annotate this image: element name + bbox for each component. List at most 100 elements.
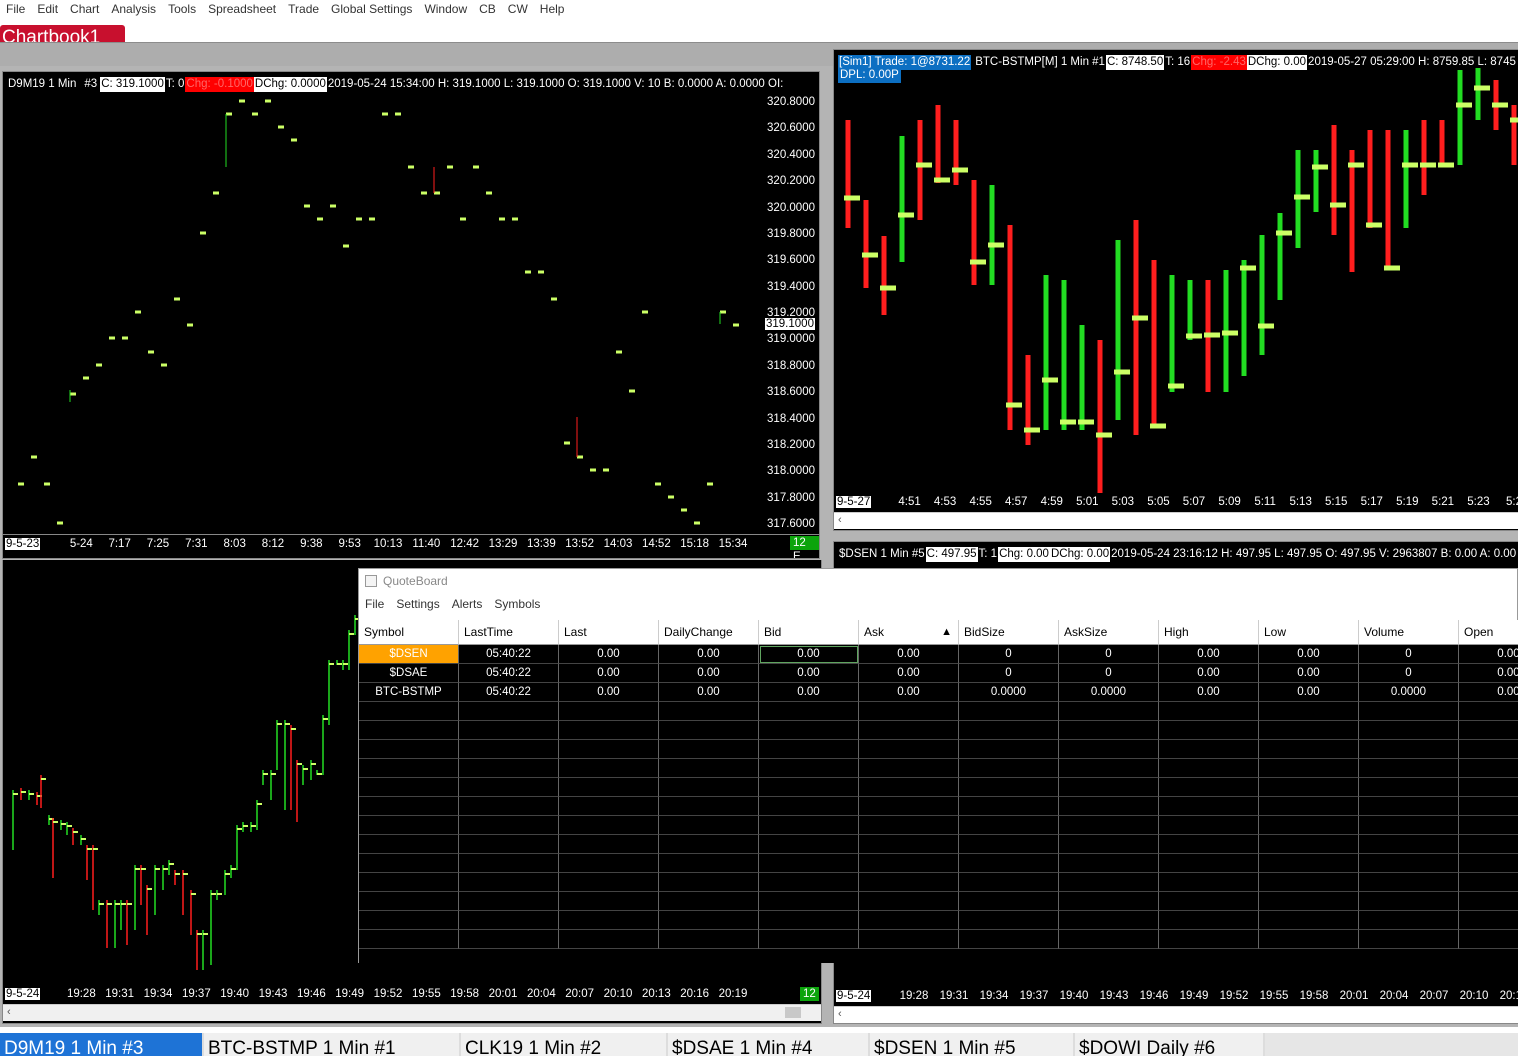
cell-open[interactable] — [1459, 759, 1518, 778]
chart-task-button[interactable]: $DOWI Daily #6 — [1075, 1033, 1265, 1056]
table-row[interactable] — [359, 911, 1518, 930]
cell-dailychange[interactable] — [659, 778, 759, 797]
chart-task-button[interactable]: $DSEN 1 Min #5 — [870, 1033, 1075, 1056]
cell-ask[interactable] — [859, 873, 959, 892]
scroll-thumb[interactable] — [785, 1007, 801, 1018]
cell-high[interactable]: 0.00 — [1159, 645, 1259, 664]
table-row[interactable] — [359, 721, 1518, 740]
cell-bid[interactable] — [759, 702, 859, 721]
cell-bid[interactable]: 0.00 — [759, 664, 859, 683]
cell-high[interactable] — [1159, 911, 1259, 930]
column-header-volume[interactable]: Volume — [1359, 620, 1459, 645]
table-row[interactable] — [359, 778, 1518, 797]
chart-task-button[interactable]: D9M19 1 Min #3 — [0, 1033, 204, 1056]
horizontal-scrollbar[interactable]: ‹ — [834, 1006, 1518, 1023]
quoteboard-window[interactable]: QuoteBoard File Settings Alerts Symbols Sym… — [358, 568, 1518, 963]
menu-spreadsheet[interactable]: Spreadsheet — [202, 2, 282, 16]
cell-low[interactable] — [1259, 816, 1359, 835]
cell-dailychange[interactable] — [659, 721, 759, 740]
cell-open[interactable] — [1459, 911, 1518, 930]
cell-asksize[interactable] — [1059, 816, 1159, 835]
cell-bidsize[interactable]: 0.0000 — [959, 683, 1059, 702]
cell-last[interactable] — [559, 721, 659, 740]
cell-open[interactable] — [1459, 930, 1518, 949]
column-header-open[interactable]: Open — [1459, 620, 1518, 645]
cell-bid[interactable]: 0.00 — [759, 645, 859, 664]
cell-asksize[interactable] — [1059, 797, 1159, 816]
cell-ask[interactable] — [859, 816, 959, 835]
cell-last[interactable]: 0.00 — [559, 645, 659, 664]
chart-window-d9m19[interactable]: D9M19 1 Min #3 C: 319.1000 T: 0 Chg: -0.… — [2, 71, 820, 559]
cell-last[interactable] — [559, 797, 659, 816]
cell-last[interactable] — [559, 835, 659, 854]
cell-asksize[interactable]: 0 — [1059, 664, 1159, 683]
column-header-symbol[interactable]: Symbol — [359, 620, 459, 645]
cell-bidsize[interactable] — [959, 740, 1059, 759]
column-header-bidsize[interactable]: BidSize — [959, 620, 1059, 645]
cell-open[interactable] — [1459, 702, 1518, 721]
cell-volume[interactable] — [1359, 816, 1459, 835]
cell-ask[interactable] — [859, 854, 959, 873]
cell-high[interactable] — [1159, 702, 1259, 721]
cell-open[interactable]: 0.00 — [1459, 683, 1518, 702]
quoteboard-titlebar[interactable]: QuoteBoard — [359, 569, 1517, 593]
cell-volume[interactable] — [1359, 797, 1459, 816]
cell-volume[interactable] — [1359, 740, 1459, 759]
cell-bidsize[interactable]: 0 — [959, 645, 1059, 664]
table-row[interactable] — [359, 854, 1518, 873]
table-row[interactable] — [359, 873, 1518, 892]
cell-bid[interactable]: 0.00 — [759, 683, 859, 702]
cell-symbol[interactable] — [359, 740, 459, 759]
cell-low[interactable] — [1259, 740, 1359, 759]
cell-low[interactable]: 0.00 — [1259, 664, 1359, 683]
cell-ask[interactable] — [859, 702, 959, 721]
cell-bidsize[interactable] — [959, 721, 1059, 740]
cell-symbol[interactable] — [359, 816, 459, 835]
qb-menu-alerts[interactable]: Alerts — [446, 597, 489, 611]
cell-bidsize[interactable] — [959, 892, 1059, 911]
cell-volume[interactable] — [1359, 873, 1459, 892]
cell-symbol[interactable] — [359, 854, 459, 873]
cell-ask[interactable] — [859, 740, 959, 759]
cell-open[interactable] — [1459, 778, 1518, 797]
menu-analysis[interactable]: Analysis — [105, 2, 162, 16]
cell-last[interactable] — [559, 873, 659, 892]
chart-task-button[interactable]: CLK19 1 Min #2 — [461, 1033, 668, 1056]
cell-symbol[interactable] — [359, 930, 459, 949]
cell-lasttime[interactable] — [459, 721, 559, 740]
table-row[interactable] — [359, 702, 1518, 721]
cell-dailychange[interactable]: 0.00 — [659, 683, 759, 702]
cell-open[interactable] — [1459, 816, 1518, 835]
cell-high[interactable] — [1159, 721, 1259, 740]
cell-high[interactable]: 0.00 — [1159, 683, 1259, 702]
cell-dailychange[interactable] — [659, 797, 759, 816]
cell-open[interactable] — [1459, 892, 1518, 911]
cell-low[interactable] — [1259, 911, 1359, 930]
column-header-lasttime[interactable]: LastTime — [459, 620, 559, 645]
cell-asksize[interactable] — [1059, 911, 1159, 930]
cell-last[interactable] — [559, 740, 659, 759]
cell-open[interactable] — [1459, 873, 1518, 892]
cell-bidsize[interactable] — [959, 816, 1059, 835]
cell-ask[interactable] — [859, 797, 959, 816]
horizontal-scrollbar[interactable]: ‹ — [3, 1004, 821, 1021]
cell-lasttime[interactable]: 05:40:22 — [459, 683, 559, 702]
cell-volume[interactable]: 0 — [1359, 645, 1459, 664]
cell-symbol[interactable] — [359, 892, 459, 911]
table-row[interactable] — [359, 759, 1518, 778]
cell-last[interactable] — [559, 930, 659, 949]
cell-bid[interactable] — [759, 873, 859, 892]
scroll-left-icon[interactable]: ‹ — [7, 1006, 11, 1018]
cell-lasttime[interactable] — [459, 835, 559, 854]
qb-menu-settings[interactable]: Settings — [390, 597, 445, 611]
cell-lasttime[interactable] — [459, 816, 559, 835]
horizontal-scrollbar[interactable]: ‹ — [834, 512, 1518, 529]
cell-volume[interactable] — [1359, 759, 1459, 778]
cell-volume[interactable] — [1359, 911, 1459, 930]
cell-dailychange[interactable] — [659, 930, 759, 949]
cell-high[interactable] — [1159, 797, 1259, 816]
cell-lasttime[interactable] — [459, 797, 559, 816]
cell-ask[interactable] — [859, 721, 959, 740]
cell-ask[interactable] — [859, 778, 959, 797]
cell-high[interactable] — [1159, 778, 1259, 797]
